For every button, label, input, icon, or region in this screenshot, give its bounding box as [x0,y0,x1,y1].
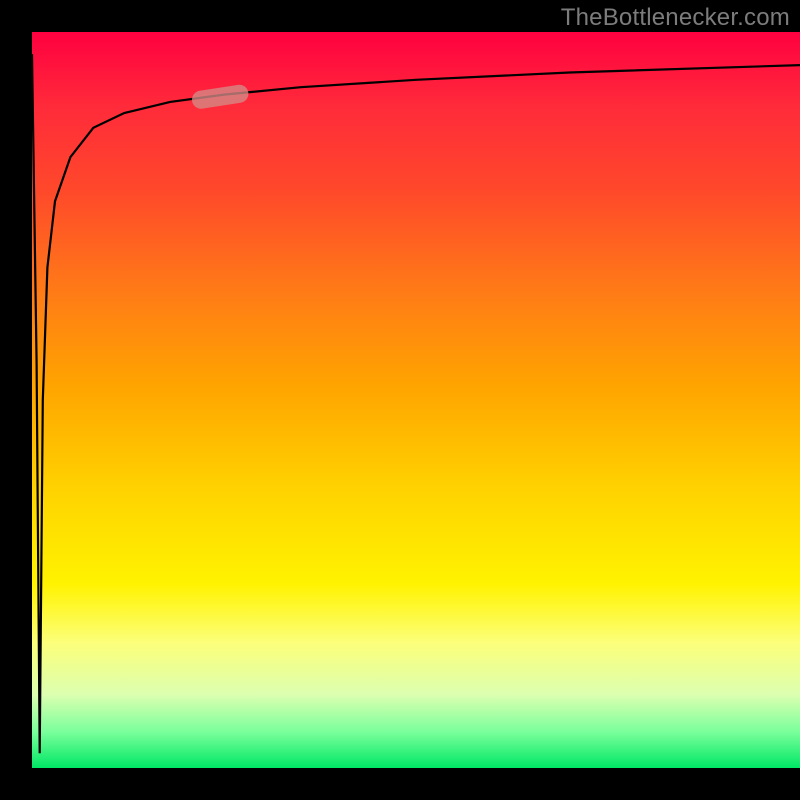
gradient-plot-area [32,32,800,768]
chart-stage: TheBottlenecker.com [0,0,800,800]
watermark-text: TheBottlenecker.com [561,4,790,32]
